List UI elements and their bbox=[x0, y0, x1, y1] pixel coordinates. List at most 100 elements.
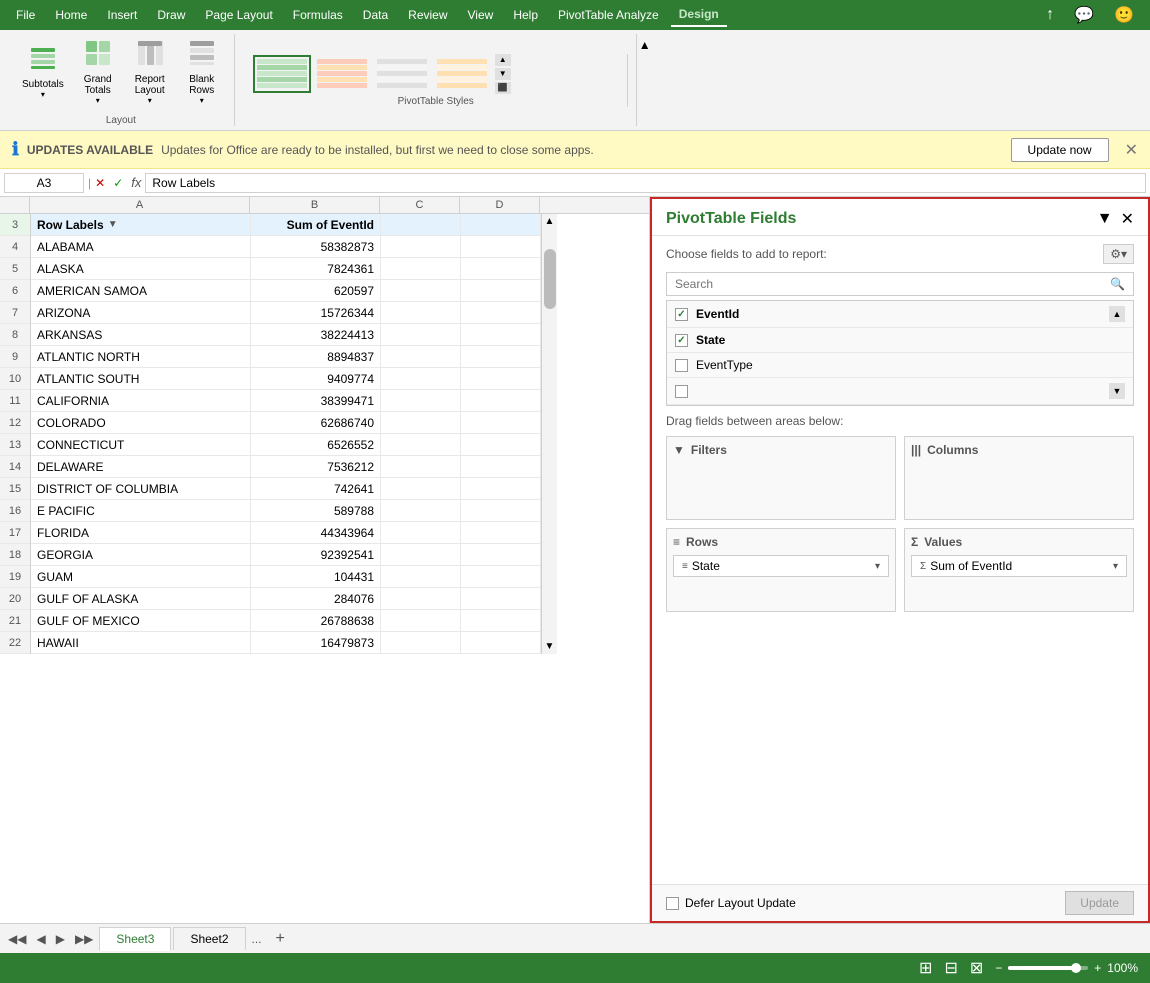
field-checkbox-eventtype[interactable] bbox=[675, 359, 688, 372]
menu-view[interactable]: View bbox=[460, 4, 502, 26]
row-num-21[interactable]: 21 bbox=[0, 610, 30, 632]
rows-state-tag[interactable]: ≡ State ▾ bbox=[673, 555, 889, 577]
table-row[interactable]: GUAM 104431 bbox=[31, 566, 541, 588]
row-num-16[interactable]: 16 bbox=[0, 500, 30, 522]
comment-icon[interactable]: 💬 bbox=[1066, 1, 1102, 29]
sheet-more-tabs[interactable]: ... bbox=[248, 932, 266, 946]
cell-reference-input[interactable] bbox=[4, 173, 84, 193]
values-sum-tag[interactable]: Σ Sum of EventId ▾ bbox=[911, 555, 1127, 577]
table-row[interactable]: DISTRICT OF COLUMBIA 742641 bbox=[31, 478, 541, 500]
field-item-state[interactable]: ✓ State bbox=[667, 328, 1133, 353]
scroll-up-btn[interactable]: ▲ bbox=[543, 214, 557, 229]
rows-tag-dropdown[interactable]: ▾ bbox=[875, 561, 880, 572]
menu-draw[interactable]: Draw bbox=[149, 4, 193, 26]
menu-formulas[interactable]: Formulas bbox=[285, 4, 351, 26]
field-item-eventid[interactable]: ✓ EventId ▲ bbox=[667, 301, 1133, 328]
pivot-close-icon[interactable]: ✕ bbox=[1121, 209, 1134, 229]
pivot-style-2[interactable] bbox=[313, 55, 371, 93]
col-header-b[interactable]: B bbox=[250, 197, 380, 213]
table-row[interactable]: COLORADO 62686740 bbox=[31, 412, 541, 434]
table-row[interactable]: ARKANSAS 38224413 bbox=[31, 324, 541, 346]
menu-page-layout[interactable]: Page Layout bbox=[197, 4, 280, 26]
scroll-thumb[interactable] bbox=[544, 249, 556, 309]
sheet-tab-sheet3[interactable]: Sheet3 bbox=[99, 927, 171, 951]
table-row[interactable]: CALIFORNIA 38399471 bbox=[31, 390, 541, 412]
row-num-6[interactable]: 6 bbox=[0, 280, 30, 302]
rows-area[interactable]: ≡ Rows ≡ State ▾ bbox=[666, 528, 896, 612]
field-scroll-down[interactable]: ▼ bbox=[1109, 383, 1125, 399]
add-sheet-button[interactable]: + bbox=[268, 930, 293, 948]
values-area[interactable]: Σ Values Σ Sum of EventId ▾ bbox=[904, 528, 1134, 612]
values-tag-dropdown[interactable]: ▾ bbox=[1113, 561, 1118, 572]
row-num-12[interactable]: 12 bbox=[0, 412, 30, 434]
row-num-14[interactable]: 14 bbox=[0, 456, 30, 478]
pivot-update-button[interactable]: Update bbox=[1065, 891, 1134, 915]
row-num-17[interactable]: 17 bbox=[0, 522, 30, 544]
page-layout-view-icon[interactable]: ⊠ bbox=[970, 958, 983, 978]
insert-function-icon[interactable]: fx bbox=[131, 175, 141, 190]
table-row[interactable]: AMERICAN SAMOA 620597 bbox=[31, 280, 541, 302]
report-layout-button[interactable]: ReportLayout ▾ bbox=[126, 35, 174, 109]
page-break-view-icon[interactable]: ⊟ bbox=[944, 958, 957, 978]
row-num-11[interactable]: 11 bbox=[0, 390, 30, 412]
field-checkbox-injdirect[interactable] bbox=[675, 385, 688, 398]
style-scroll-up[interactable]: ▲ bbox=[495, 54, 511, 66]
menu-pivottable-analyze[interactable]: PivotTable Analyze bbox=[550, 4, 667, 26]
subtotals-button[interactable]: Subtotals ▾ bbox=[16, 40, 70, 103]
zoom-in-icon[interactable]: + bbox=[1094, 961, 1101, 975]
pivot-dropdown-icon[interactable]: ▼ bbox=[1097, 210, 1113, 228]
menu-home[interactable]: Home bbox=[47, 4, 95, 26]
menu-help[interactable]: Help bbox=[505, 4, 546, 26]
table-row[interactable]: ALABAMA 58382873 bbox=[31, 236, 541, 258]
sheet-nav-next[interactable]: ▶ bbox=[52, 932, 69, 946]
field-scroll-up[interactable]: ▲ bbox=[1109, 306, 1125, 322]
table-row[interactable]: GULF OF ALASKA 284076 bbox=[31, 588, 541, 610]
row-num-7[interactable]: 7 bbox=[0, 302, 30, 324]
table-row[interactable]: GEORGIA 92392541 bbox=[31, 544, 541, 566]
field-item-eventtype[interactable]: EventType bbox=[667, 353, 1133, 378]
zoom-track[interactable] bbox=[1008, 966, 1088, 970]
table-row[interactable]: ARIZONA 15726344 bbox=[31, 302, 541, 324]
smiley-icon[interactable]: 🙂 bbox=[1106, 1, 1142, 29]
ribbon-collapse[interactable]: ▲ bbox=[639, 34, 651, 126]
menu-file[interactable]: File bbox=[8, 4, 43, 26]
row-num-10[interactable]: 10 bbox=[0, 368, 30, 390]
menu-insert[interactable]: Insert bbox=[99, 4, 145, 26]
row-num-9[interactable]: 9 bbox=[0, 346, 30, 368]
pivot-search-input[interactable] bbox=[667, 273, 1102, 295]
field-item-injdirect[interactable]: ▼ bbox=[667, 378, 1133, 405]
share-icon[interactable]: ↑ bbox=[1038, 2, 1062, 28]
row-labels-dropdown[interactable]: ▼ bbox=[108, 219, 118, 230]
row-num-13[interactable]: 13 bbox=[0, 434, 30, 456]
row-num-20[interactable]: 20 bbox=[0, 588, 30, 610]
blank-rows-button[interactable]: BlankRows ▾ bbox=[178, 35, 226, 109]
normal-view-icon[interactable]: ⊞ bbox=[919, 958, 932, 978]
row-num-15[interactable]: 15 bbox=[0, 478, 30, 500]
defer-checkbox-box[interactable] bbox=[666, 897, 679, 910]
update-now-button[interactable]: Update now bbox=[1011, 138, 1109, 162]
zoom-handle[interactable] bbox=[1071, 963, 1081, 973]
row-num-4[interactable]: 4 bbox=[0, 236, 30, 258]
sheet-nav-first[interactable]: ◀◀ bbox=[4, 932, 30, 946]
col-header-d[interactable]: D bbox=[460, 197, 540, 213]
table-row[interactable]: DELAWARE 7536212 bbox=[31, 456, 541, 478]
vertical-scrollbar[interactable]: ▲ ▼ bbox=[541, 214, 557, 654]
field-checkbox-state[interactable]: ✓ bbox=[675, 334, 688, 347]
table-row[interactable]: FLORIDA 44343964 bbox=[31, 522, 541, 544]
pivot-style-3[interactable] bbox=[373, 55, 431, 93]
zoom-out-icon[interactable]: − bbox=[995, 961, 1002, 975]
table-header-row[interactable]: Row Labels ▼ Sum of EventId bbox=[31, 214, 541, 236]
table-row[interactable]: ATLANTIC NORTH 8894837 bbox=[31, 346, 541, 368]
table-row[interactable]: ALASKA 7824361 bbox=[31, 258, 541, 280]
col-header-c[interactable]: C bbox=[380, 197, 460, 213]
defer-layout-update-checkbox[interactable]: Defer Layout Update bbox=[666, 896, 796, 910]
sheet-tab-sheet2[interactable]: Sheet2 bbox=[173, 927, 245, 950]
row-num-5[interactable]: 5 bbox=[0, 258, 30, 280]
row-num-18[interactable]: 18 bbox=[0, 544, 30, 566]
table-row[interactable]: HAWAII 16479873 bbox=[31, 632, 541, 654]
table-row[interactable]: CONNECTICUT 6526552 bbox=[31, 434, 541, 456]
sheet-nav-prev[interactable]: ◀ bbox=[32, 932, 49, 946]
row-num-8[interactable]: 8 bbox=[0, 324, 30, 346]
col-header-a[interactable]: A bbox=[30, 197, 250, 213]
close-banner-button[interactable]: ✕ bbox=[1125, 140, 1138, 160]
